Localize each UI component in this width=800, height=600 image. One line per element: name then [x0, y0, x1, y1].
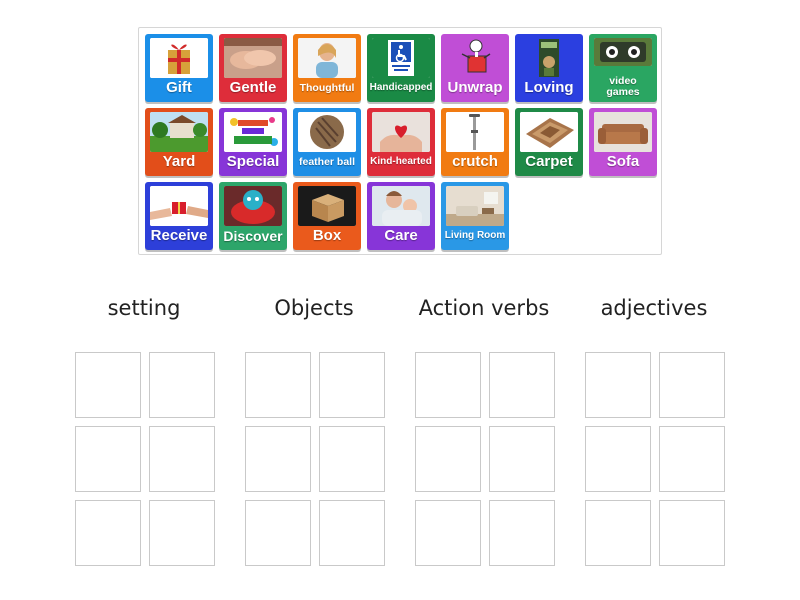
drop-slot[interactable] [245, 426, 311, 492]
receive-gift-image [150, 186, 208, 226]
you-are-special-image [224, 112, 282, 152]
card-thoughtful[interactable]: Thoughtful [293, 34, 361, 102]
drop-slot[interactable] [659, 352, 725, 418]
card-pool: Gift Gentle Thoughtful Handicapped Unwra… [138, 27, 662, 255]
cardboard-box-image [298, 186, 356, 226]
drop-slot[interactable] [75, 352, 141, 418]
card-label: Carpet [525, 153, 573, 170]
heart-hands-image [372, 112, 430, 152]
drop-slot[interactable] [149, 352, 215, 418]
card-gentle[interactable]: Gentle [219, 34, 287, 102]
group-title-adjectives: adjectives [600, 296, 708, 320]
card-label: Gift [166, 79, 192, 96]
drop-slot[interactable] [585, 352, 651, 418]
card-label: Sofa [606, 153, 640, 170]
drop-slot[interactable] [75, 500, 141, 566]
group-title-action-verbs: Action verbs [418, 296, 550, 320]
drop-slot[interactable] [75, 426, 141, 492]
drop-slot[interactable] [319, 426, 385, 492]
drop-slot[interactable] [245, 500, 311, 566]
card-label: Thoughtful [299, 82, 355, 94]
drop-slot[interactable] [585, 500, 651, 566]
handicapped-parking-sign-image [372, 38, 430, 78]
card-label: feather ball [298, 156, 356, 168]
video-game-controller-image [594, 38, 652, 66]
drop-slot[interactable] [415, 426, 481, 492]
card-label: Loving [524, 79, 574, 96]
card-living-room[interactable]: Living Room [441, 182, 509, 250]
card-label: Living Room [444, 230, 506, 241]
card-sofa[interactable]: Sofa [589, 108, 657, 176]
card-label: Gentle [229, 79, 277, 96]
card-label: Discover [223, 228, 283, 244]
drop-slot[interactable] [489, 426, 555, 492]
card-kind-hearted[interactable]: Kind-hearted [367, 108, 435, 176]
holding-hands-image [224, 38, 282, 78]
card-label: video games [606, 75, 640, 98]
card-video-games[interactable]: video games [589, 34, 657, 102]
card-crutch[interactable]: crutch [441, 108, 509, 176]
drop-slot[interactable] [489, 352, 555, 418]
card-feather-ball[interactable]: feather ball [293, 108, 361, 176]
drop-slot[interactable] [489, 500, 555, 566]
drop-slot[interactable] [659, 426, 725, 492]
yard-house-image [150, 112, 208, 152]
drop-slot[interactable] [319, 352, 385, 418]
card-carpet[interactable]: Carpet [515, 108, 583, 176]
drop-slot[interactable] [149, 426, 215, 492]
card-label: Yard [162, 153, 196, 170]
drop-slot[interactable] [415, 352, 481, 418]
card-label: Box [312, 227, 342, 244]
card-discover[interactable]: Discover [219, 182, 287, 250]
unwrap-present-image [446, 38, 504, 78]
card-care[interactable]: Care [367, 182, 435, 250]
card-gift[interactable]: Gift [145, 34, 213, 102]
card-label: crutch [452, 153, 498, 170]
card-receive[interactable]: Receive [145, 182, 213, 250]
card-label: Special [226, 153, 280, 170]
group-title-objects: Objects [274, 296, 354, 320]
card-yard[interactable]: Yard [145, 108, 213, 176]
drop-slot[interactable] [149, 500, 215, 566]
card-handicapped[interactable]: Handicapped [367, 34, 435, 102]
crutch-image [446, 112, 504, 152]
gift-image [150, 38, 208, 78]
feather-ball-image [298, 112, 356, 152]
care-child-image [372, 186, 430, 226]
card-label: Receive [150, 227, 208, 244]
carpet-image [520, 112, 578, 152]
card-unwrap[interactable]: Unwrap [441, 34, 509, 102]
drop-slot[interactable] [245, 352, 311, 418]
card-label: Care [384, 227, 418, 244]
card-special[interactable]: Special [219, 108, 287, 176]
drop-slot[interactable] [415, 500, 481, 566]
card-label: Kind-hearted [370, 156, 432, 167]
drop-slot[interactable] [585, 426, 651, 492]
robot-toy-image [224, 186, 282, 226]
living-room-image [446, 186, 504, 226]
drop-slot[interactable] [659, 500, 725, 566]
thinking-woman-image [298, 38, 356, 78]
card-loving[interactable]: Loving [515, 34, 583, 102]
loving-book-image [520, 38, 578, 78]
sofa-image [594, 112, 652, 152]
card-box[interactable]: Box [293, 182, 361, 250]
card-label: Unwrap [447, 79, 503, 96]
drop-slot[interactable] [319, 500, 385, 566]
group-title-setting: setting [107, 296, 181, 320]
card-label: Handicapped [369, 82, 433, 93]
